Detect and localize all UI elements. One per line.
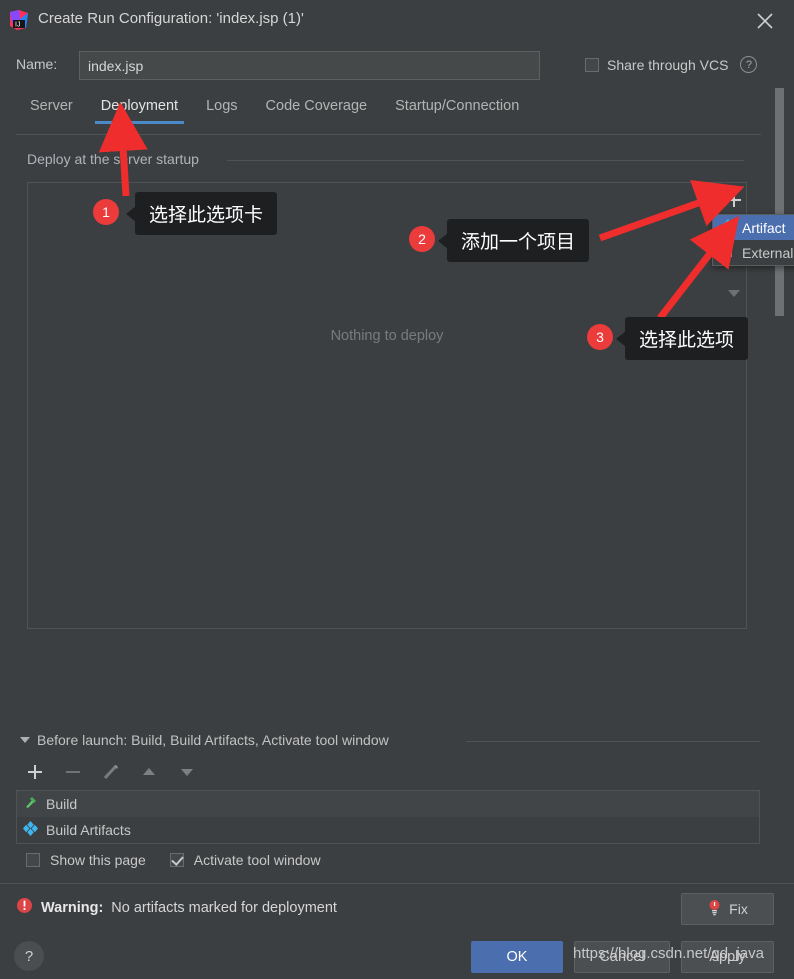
vertical-scrollbar-thumb[interactable]	[775, 88, 784, 316]
popup-item-external-source-label: External	[742, 244, 794, 261]
before-launch-header[interactable]: Before launch: Build, Build Artifacts, A…	[20, 732, 389, 748]
deploy-group-title: Deploy at the server startup	[27, 151, 206, 167]
hammer-icon	[23, 795, 38, 813]
before-launch-task-list[interactable]: Build Build Artifacts	[16, 790, 760, 844]
annotation-bubble-1: 选择此选项卡	[125, 192, 278, 235]
external-source-icon	[721, 244, 735, 261]
fix-button[interactable]: Fix	[681, 893, 774, 925]
fix-button-label: Fix	[729, 901, 748, 917]
create-run-configuration-dialog: IJ Create Run Configuration: 'index.jsp …	[0, 0, 794, 979]
show-this-page-checkbox[interactable]	[26, 853, 40, 867]
tab-startup-connection[interactable]: Startup/Connection	[381, 98, 533, 124]
share-through-vcs-label: Share through VCS	[607, 56, 729, 73]
tab-separator	[16, 134, 761, 135]
share-through-vcs-group[interactable]: Share through VCS ?	[585, 56, 758, 73]
close-icon[interactable]	[752, 8, 778, 34]
activate-tool-window-label: Activate tool window	[193, 852, 321, 868]
popup-item-artifact[interactable]: Artifact	[713, 215, 794, 240]
task-row-build-artifacts[interactable]: Build Artifacts	[17, 817, 759, 843]
title-bar: IJ Create Run Configuration: 'index.jsp …	[0, 0, 794, 40]
triangle-down-icon[interactable]	[20, 737, 30, 743]
annotation-badge-1: 1	[93, 199, 119, 225]
move-down-icon[interactable]	[174, 760, 200, 784]
error-exclamation-icon	[16, 897, 33, 919]
name-input[interactable]	[79, 51, 540, 80]
warning-bar: Warning: No artifacts marked for deploym…	[16, 897, 337, 919]
annotation-bubble-3: 选择此选项	[615, 317, 749, 360]
tab-bar: Server Deployment Logs Code Coverage Sta…	[16, 98, 533, 124]
task-label-build: Build	[46, 796, 78, 812]
show-this-page-label: Show this page	[50, 852, 146, 868]
name-label: Name:	[16, 56, 58, 72]
edit-pencil-icon[interactable]	[98, 760, 124, 784]
help-button[interactable]: ?	[14, 941, 44, 971]
artifact-icon	[721, 219, 735, 236]
cancel-button[interactable]: Cancel	[574, 941, 670, 973]
remove-task-button[interactable]	[60, 760, 86, 784]
svg-text:IJ: IJ	[15, 22, 20, 29]
share-through-vcs-checkbox[interactable]	[585, 57, 599, 72]
annotation-badge-2: 2	[409, 226, 435, 252]
vcs-help-icon[interactable]: ?	[740, 56, 758, 73]
before-launch-title: Before launch: Build, Build Artifacts, A…	[37, 732, 389, 748]
apply-button[interactable]: Apply	[681, 941, 774, 973]
popup-item-artifact-label: Artifact	[742, 219, 786, 236]
move-down-deployment-button[interactable]	[723, 282, 745, 304]
tab-server[interactable]: Server	[16, 98, 87, 124]
warning-message: No artifacts marked for deployment	[111, 900, 337, 916]
task-row-build[interactable]: Build	[17, 791, 759, 817]
deploy-group-line	[227, 160, 744, 161]
popup-item-external-source[interactable]: External	[713, 240, 794, 265]
add-task-button[interactable]	[22, 760, 48, 784]
before-launch-options: Show this page Activate tool window	[26, 852, 321, 868]
warning-prefix: Warning:	[41, 900, 103, 916]
annotation-bubble-2: 添加一个项目	[437, 219, 590, 262]
add-deployment-popup-menu: Artifact External	[712, 214, 794, 266]
ok-button[interactable]: OK	[471, 941, 563, 973]
deploy-list-panel[interactable]: Nothing to deploy	[27, 182, 747, 629]
tab-logs[interactable]: Logs	[192, 98, 251, 124]
before-launch-line	[466, 741, 760, 742]
dialog-title: Create Run Configuration: 'index.jsp (1)…	[38, 10, 304, 27]
tab-code-coverage[interactable]: Code Coverage	[252, 98, 382, 124]
add-deployment-button[interactable]	[722, 188, 746, 212]
task-label-build-artifacts: Build Artifacts	[46, 822, 131, 838]
lightbulb-icon	[707, 899, 722, 919]
annotation-badge-3: 3	[587, 324, 613, 350]
intellij-idea-logo-icon: IJ	[8, 9, 30, 31]
move-up-icon[interactable]	[136, 760, 162, 784]
footer-separator	[0, 883, 794, 884]
artifact-icon	[23, 821, 38, 839]
activate-tool-window-checkbox[interactable]	[169, 853, 184, 867]
before-launch-toolbar	[22, 760, 200, 784]
warning-prefix-text: Warning:	[41, 900, 104, 916]
tab-deployment[interactable]: Deployment	[87, 98, 192, 124]
